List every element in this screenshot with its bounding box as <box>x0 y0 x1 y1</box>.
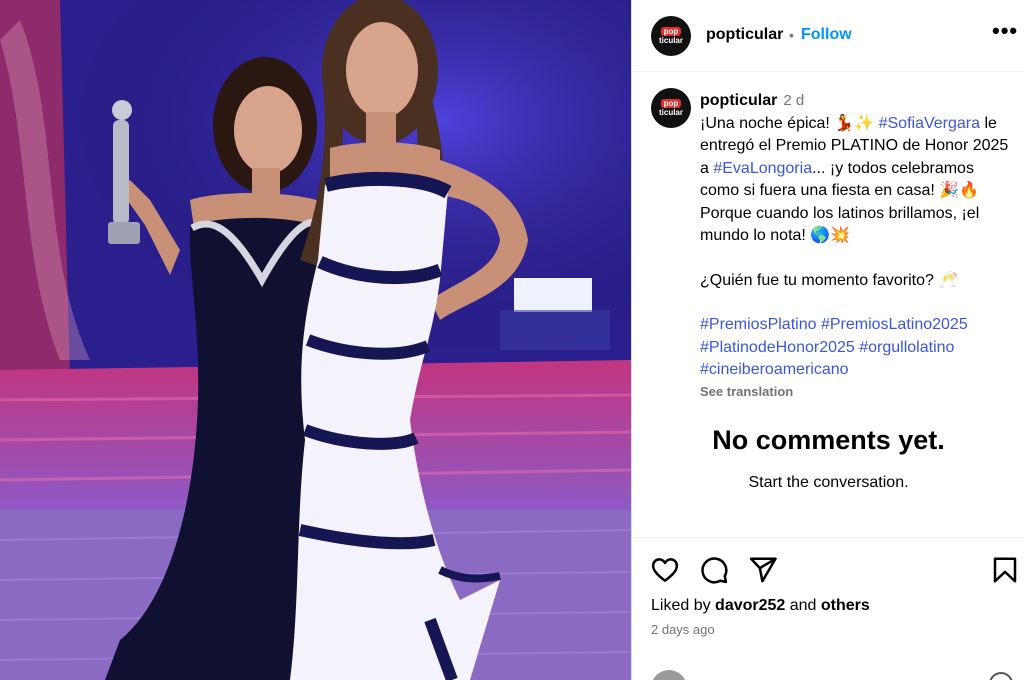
post-timestamp[interactable]: 2 days ago <box>651 622 715 637</box>
caption-author-avatar[interactable]: pop ticular <box>651 88 691 128</box>
caption-time[interactable]: 2 d <box>783 92 804 109</box>
heart-icon[interactable] <box>650 555 680 585</box>
hashtag-evalongoria[interactable]: #EvaLongoria <box>713 160 812 177</box>
author-username[interactable]: popticular <box>706 26 783 44</box>
avatar-logo-ticular: ticular <box>658 36 683 45</box>
photo-illustration <box>0 0 631 680</box>
hashtag-sofiavergara[interactable]: #SofiaVergara <box>879 115 980 132</box>
bookmark-icon[interactable] <box>990 555 1020 585</box>
caption-text: ¡Una noche épica! 💃✨ #SofiaVergara le en… <box>700 113 1015 248</box>
author-avatar[interactable]: pop ticular <box>651 16 691 56</box>
caption-username[interactable]: popticular <box>700 92 777 109</box>
avatar-logo-ticular: ticular <box>658 108 683 117</box>
post-detail-panel: pop ticular popticular • Follow ••• pop … <box>631 0 1024 680</box>
hashtag-orgullolatino[interactable]: #orgullolatino <box>859 339 954 356</box>
hashtag-platinodehonor2025[interactable]: #PlatinodeHonor2025 <box>700 339 855 356</box>
share-icon[interactable] <box>748 555 778 585</box>
post-photo[interactable] <box>0 0 631 680</box>
liked-by-mid: and <box>785 597 821 614</box>
hashtag-cineiberoamericano[interactable]: #cineiberoamericano <box>700 361 849 378</box>
post-actions: Liked by davor252 and others 2 days ago <box>632 537 1024 680</box>
separator-dot: • <box>789 27 794 43</box>
liked-by-prefix: Liked by <box>651 597 716 614</box>
caption-text-line1-pre: ¡Una noche épica! 💃✨ <box>700 114 879 132</box>
follow-button[interactable]: Follow <box>801 26 852 44</box>
more-options-icon[interactable]: ••• <box>992 18 1018 44</box>
comment-icon[interactable] <box>699 555 729 585</box>
liked-by-user[interactable]: davor252 <box>715 597 785 614</box>
caption-hashtags: #PremiosPlatino #PremiosLatino2025 #Plat… <box>700 314 1015 382</box>
liked-by-others[interactable]: others <box>821 597 870 614</box>
caption-body: popticular 2 d ¡Una noche épica! 💃✨ #Sofi… <box>700 90 1015 401</box>
avatar-logo-pop: pop <box>660 27 682 36</box>
hashtag-premioslatino2025[interactable]: #PremiosLatino2025 <box>821 316 968 333</box>
avatar-logo-pop: pop <box>660 99 682 108</box>
post-header: pop ticular popticular • Follow ••• <box>632 0 1024 72</box>
liked-by: Liked by davor252 and others <box>651 597 870 615</box>
empty-comments-title: No comments yet. <box>712 425 945 455</box>
see-translation-link[interactable]: See translation <box>700 383 1015 401</box>
caption-question: ¿Quién fue tu momento favorito? 🥂 <box>700 271 959 289</box>
empty-comments-subtitle: Start the conversation. <box>748 474 909 491</box>
empty-comments: No comments yet. Start the conversation. <box>632 425 1024 492</box>
hashtag-premiosplatino[interactable]: #PremiosPlatino <box>700 316 817 333</box>
